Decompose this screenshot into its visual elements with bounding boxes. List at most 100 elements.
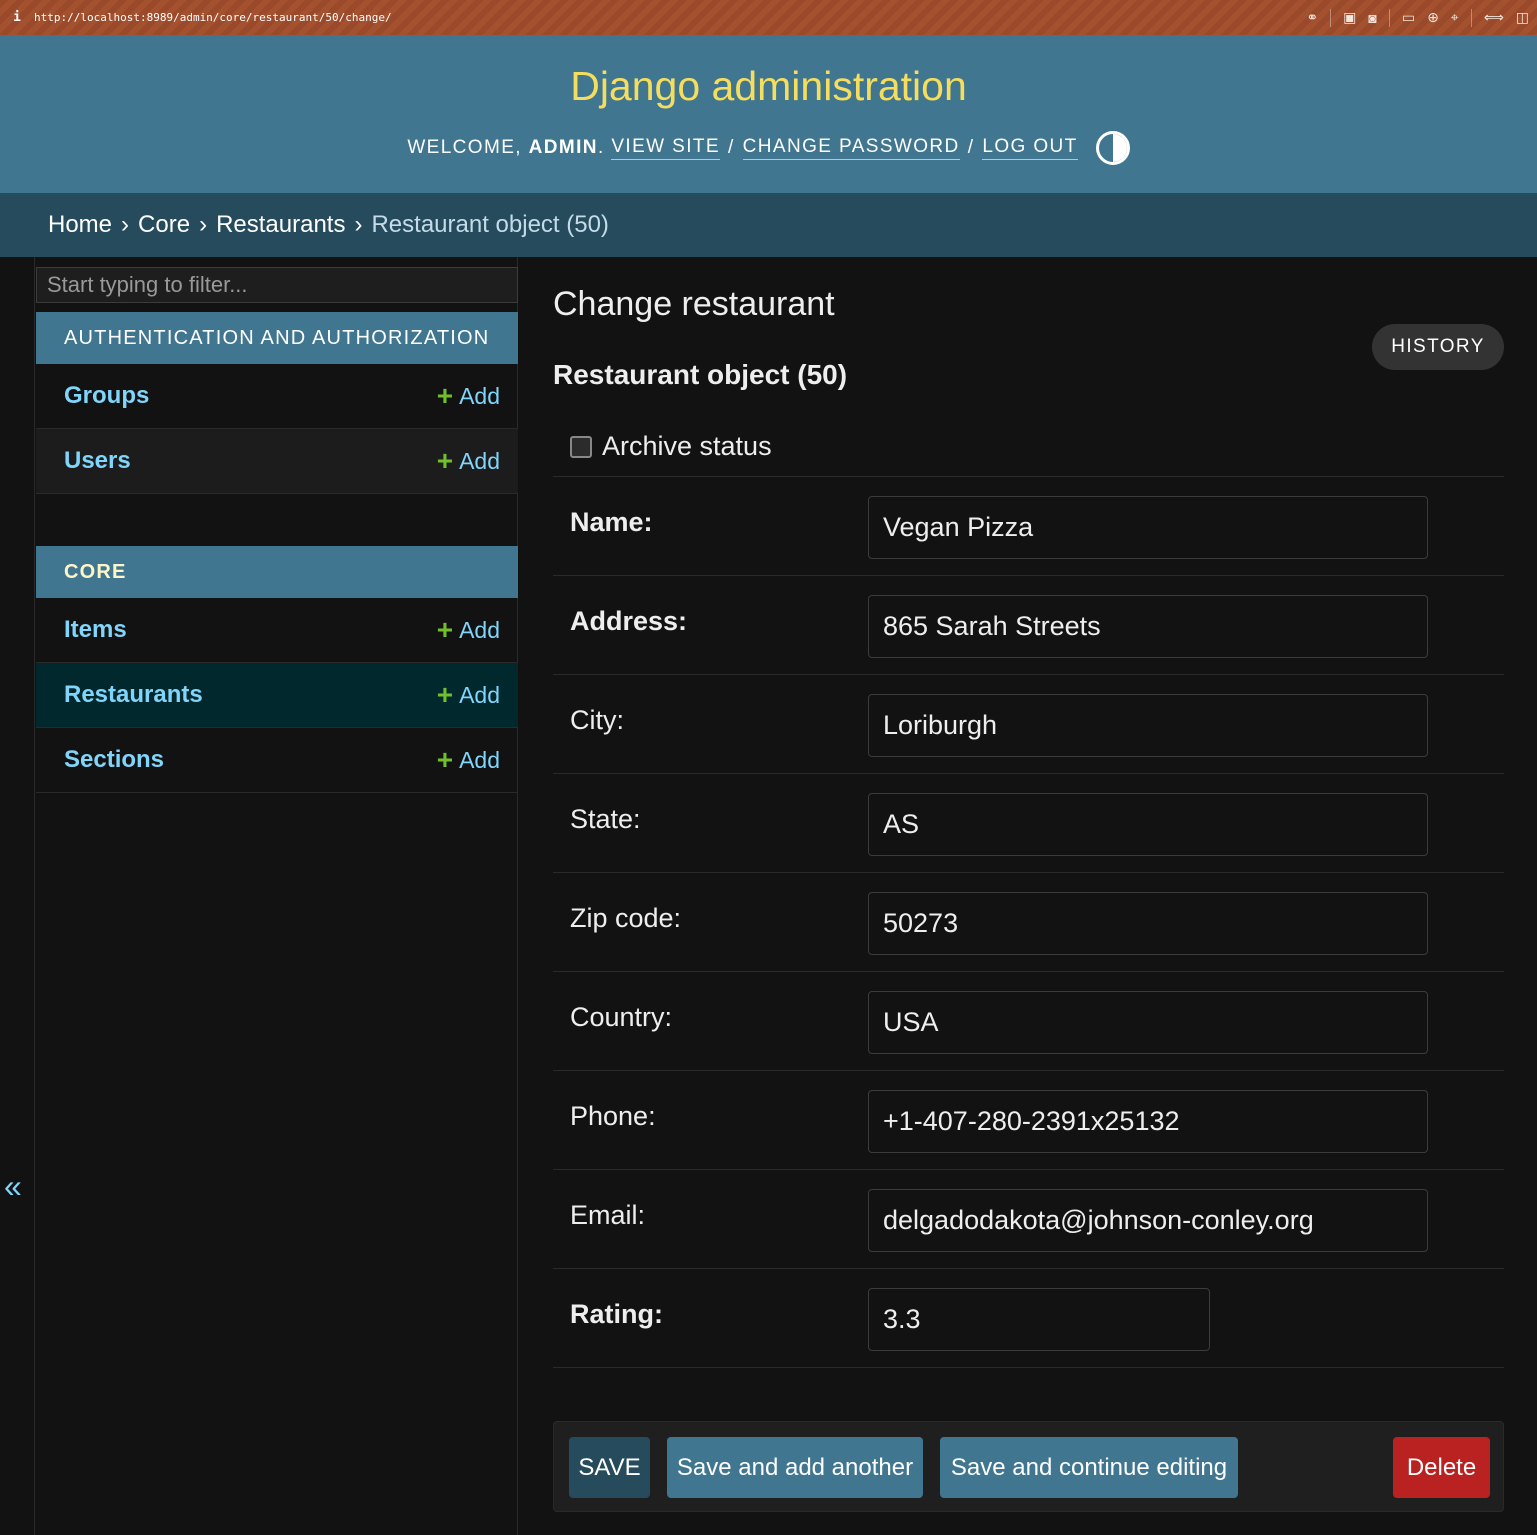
- welcome-suffix: .: [597, 137, 605, 158]
- add-groups-link[interactable]: + Add: [436, 380, 500, 411]
- field-row-name: Name: Vegan Pizza: [553, 477, 1504, 576]
- field-label: State:: [570, 804, 641, 834]
- field-row-state: State: AS: [553, 774, 1504, 873]
- add-label: Add: [459, 447, 500, 474]
- module-auth-caption[interactable]: AUTHENTICATION AND AUTHORIZATION: [36, 312, 518, 364]
- add-label: Add: [459, 681, 500, 708]
- breadcrumb-restaurants[interactable]: Restaurants: [216, 211, 345, 239]
- add-sections-link[interactable]: + Add: [436, 744, 500, 775]
- email-field[interactable]: delgadodakota@johnson-conley.org: [868, 1189, 1428, 1252]
- window-icon[interactable]: ▭: [1402, 9, 1415, 26]
- breadcrumb-current: Restaurant object (50): [371, 211, 609, 238]
- extensions-icon[interactable]: ⟺: [1484, 9, 1504, 26]
- breadcrumb-separator: ›: [121, 211, 130, 238]
- add-label: Add: [459, 746, 500, 773]
- nav-filter-input[interactable]: Start typing to filter...: [36, 267, 518, 303]
- rating-field[interactable]: 3.3: [868, 1288, 1210, 1351]
- url-text[interactable]: http://localhost:8989/admin/core/restaur…: [34, 11, 392, 24]
- zip-code-field[interactable]: 50273: [868, 892, 1428, 955]
- sidebar-toggle-icon[interactable]: ◫: [1516, 9, 1529, 26]
- breadcrumb: Home › Core › Restaurants › Restaurant o…: [0, 193, 1537, 257]
- field-row-zip: Zip code: 50273: [553, 873, 1504, 972]
- sidebar-item-label[interactable]: Users: [64, 447, 131, 475]
- save-and-add-another-button[interactable]: Save and add another: [667, 1437, 923, 1498]
- collapse-sidebar-icon[interactable]: «: [4, 1168, 26, 1205]
- field-label: Rating:: [570, 1299, 663, 1329]
- sidebar-item-label[interactable]: Sections: [64, 746, 164, 774]
- phone-field[interactable]: +1-407-280-2391x25132: [868, 1090, 1428, 1153]
- screenshot-icon[interactable]: ▣: [1343, 9, 1356, 26]
- browser-tools: ⚭ ▣ ◙ ▭ ⊕ ⌖ ⟺ ◫: [1306, 0, 1529, 35]
- sidebar-item-label[interactable]: Items: [64, 616, 127, 644]
- separator: /: [967, 137, 975, 158]
- breadcrumb-separator: ›: [199, 211, 208, 238]
- log-out-link[interactable]: LOG OUT: [982, 136, 1078, 160]
- sidebar-item-sections: Sections + Add: [36, 728, 518, 793]
- user-tools: WELCOME, ADMIN. VIEW SITE / CHANGE PASSW…: [0, 131, 1537, 165]
- view-site-link[interactable]: VIEW SITE: [611, 136, 720, 160]
- sidebar-item-label[interactable]: Groups: [64, 382, 149, 410]
- sidebar-item-groups: Groups + Add: [36, 364, 518, 429]
- link-icon[interactable]: ⚭: [1306, 9, 1318, 26]
- change-password-link[interactable]: CHANGE PASSWORD: [742, 136, 960, 160]
- globe-icon[interactable]: ⊕: [1427, 9, 1439, 26]
- field-label: Name:: [570, 507, 653, 537]
- city-field[interactable]: Loriburgh: [868, 694, 1428, 757]
- camera-icon[interactable]: ◙: [1368, 10, 1376, 26]
- delete-button[interactable]: Delete: [1393, 1437, 1490, 1498]
- object-title: Restaurant object (50): [553, 359, 848, 390]
- field-row-email: Email: delgadodakota@johnson-conley.org: [553, 1170, 1504, 1269]
- crosshair-icon[interactable]: ⌖: [1451, 9, 1459, 26]
- info-icon[interactable]: i: [0, 10, 34, 25]
- add-items-link[interactable]: + Add: [436, 614, 500, 645]
- field-label: City:: [570, 705, 624, 735]
- field-row-address: Address: 865 Sarah Streets: [553, 576, 1504, 675]
- theme-toggle-icon[interactable]: [1095, 131, 1130, 165]
- name-field[interactable]: Vegan Pizza: [868, 496, 1428, 559]
- breadcrumb-core[interactable]: Core: [138, 211, 190, 239]
- welcome-text: WELCOME,: [407, 137, 522, 158]
- field-label: Email:: [570, 1200, 646, 1230]
- plus-icon: +: [436, 614, 454, 645]
- page-title: Change restaurant: [553, 285, 835, 323]
- field-label: Phone:: [570, 1101, 656, 1131]
- separator: /: [727, 137, 735, 158]
- history-button[interactable]: HISTORY: [1372, 324, 1504, 370]
- archive-status-row: Archive status: [553, 417, 1504, 477]
- add-restaurants-link[interactable]: + Add: [437, 681, 500, 709]
- field-row-city: City: Loriburgh: [553, 675, 1504, 774]
- add-users-link[interactable]: + Add: [436, 445, 500, 476]
- add-label: Add: [459, 382, 500, 409]
- site-header: Django administration WELCOME, ADMIN. VI…: [0, 35, 1537, 193]
- sidebar-item-restaurants: Restaurants + Add: [36, 663, 518, 728]
- plus-icon: +: [436, 744, 454, 775]
- username: ADMIN: [528, 137, 598, 158]
- sidebar-item-label[interactable]: Restaurants: [64, 681, 203, 709]
- archive-status-label[interactable]: Archive status: [602, 431, 772, 462]
- state-field[interactable]: AS: [868, 793, 1428, 856]
- site-brand[interactable]: Django administration: [0, 63, 1537, 110]
- field-row-rating: Rating: 3.3: [553, 1269, 1504, 1368]
- field-label: Country:: [570, 1002, 673, 1032]
- browser-url-bar: i http://localhost:8989/admin/core/resta…: [0, 0, 1537, 35]
- field-label: Zip code:: [570, 903, 682, 933]
- country-field[interactable]: USA: [868, 991, 1428, 1054]
- field-row-phone: Phone: +1-407-280-2391x25132: [553, 1071, 1504, 1170]
- plus-icon: +: [436, 445, 454, 476]
- save-button[interactable]: SAVE: [569, 1437, 650, 1498]
- add-label: Add: [459, 616, 500, 643]
- save-and-continue-button[interactable]: Save and continue editing: [940, 1437, 1238, 1498]
- breadcrumb-home[interactable]: Home: [48, 211, 112, 239]
- breadcrumb-separator: ›: [354, 211, 363, 238]
- sidebar-item-users: Users + Add: [36, 429, 518, 494]
- address-field[interactable]: 865 Sarah Streets: [868, 595, 1428, 658]
- divider: [1470, 8, 1472, 27]
- sidebar-item-items: Items + Add: [36, 598, 518, 663]
- plus-icon: +: [436, 380, 454, 411]
- divider: [1330, 8, 1332, 27]
- archive-status-checkbox[interactable]: [570, 435, 592, 458]
- divider: [1388, 8, 1390, 27]
- module-core-caption[interactable]: CORE: [36, 546, 518, 598]
- field-row-country: Country: USA: [553, 972, 1504, 1071]
- nav-sidebar: Start typing to filter... AUTHENTICATION…: [34, 257, 518, 1535]
